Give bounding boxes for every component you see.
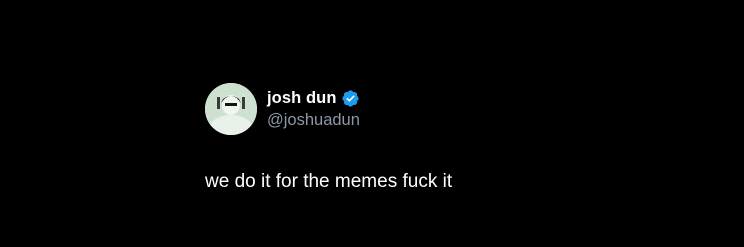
handle[interactable]: @joshuadun [267, 110, 360, 131]
tweet-text: we do it for the memes fuck it [205, 171, 453, 192]
avatar[interactable] [205, 83, 257, 135]
display-name[interactable]: josh dun [267, 88, 337, 108]
tweet-card: josh dun @joshuadun we do it for the mem… [205, 83, 725, 192]
name-row: josh dun [267, 87, 360, 109]
tweet-header: josh dun @joshuadun [205, 83, 725, 135]
author-names: josh dun @joshuadun [267, 87, 360, 131]
verified-badge-icon [341, 89, 360, 108]
avatar-image [205, 83, 257, 135]
